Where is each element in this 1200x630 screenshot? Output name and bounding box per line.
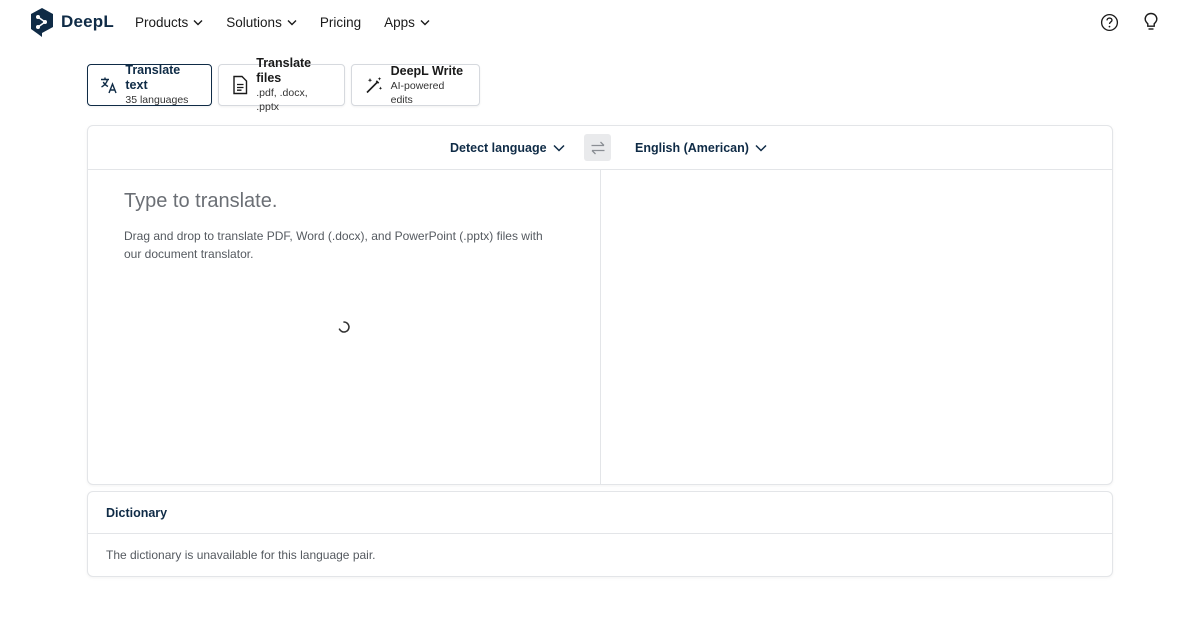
file-drop-hint: Drag and drop to translate PDF, Word (.d… xyxy=(124,229,543,261)
language-bar: Detect language English (American) xyxy=(88,126,1112,170)
chevron-down-icon xyxy=(553,144,565,152)
logo-text: DeepL xyxy=(61,12,114,31)
tips-button[interactable] xyxy=(1140,11,1162,33)
top-header: DeepL Products Solutions Pricing Apps xyxy=(0,0,1200,44)
header-actions xyxy=(1078,11,1162,33)
nav-apps[interactable]: Apps xyxy=(384,15,430,30)
dictionary-panel: Dictionary The dictionary is unavailable… xyxy=(87,491,1113,577)
lightbulb-icon xyxy=(1144,12,1158,30)
nav-products-label: Products xyxy=(135,14,189,30)
translate-icon xyxy=(99,74,119,96)
target-language-select[interactable]: English (American) xyxy=(635,126,767,170)
mode-subtitle: .pdf, .docx, .pptx xyxy=(256,87,308,113)
document-icon xyxy=(230,74,250,96)
translator-panel: Detect language English (American) Type … xyxy=(87,125,1113,485)
chevron-down-icon xyxy=(755,144,767,152)
help-icon xyxy=(1100,13,1118,31)
mode-subtitle: AI-powered edits xyxy=(390,79,445,106)
mode-title: DeepL Write xyxy=(390,63,464,78)
deepl-logo[interactable]: DeepL xyxy=(30,7,114,37)
swap-icon xyxy=(591,141,604,154)
mode-subtitle: 35 languages xyxy=(125,94,189,106)
deepl-logo-icon xyxy=(31,8,53,37)
swap-languages-button[interactable] xyxy=(584,134,611,161)
chevron-down-icon xyxy=(193,19,203,25)
target-language-label: English (American) xyxy=(635,141,749,155)
mode-selector: Translate text 35 languages Translate fi… xyxy=(87,56,486,113)
source-text-area[interactable]: Type to translate. Drag and drop to tran… xyxy=(124,188,564,263)
target-text-area[interactable] xyxy=(601,170,1112,484)
source-placeholder[interactable]: Type to translate. xyxy=(124,188,564,214)
nav-products[interactable]: Products xyxy=(135,15,203,30)
mode-deepl-write[interactable]: DeepL Write AI-powered edits xyxy=(351,64,480,106)
nav-pricing-label: Pricing xyxy=(319,14,362,30)
dictionary-message: The dictionary is unavailable for this l… xyxy=(106,548,376,562)
chevron-down-icon xyxy=(420,19,430,25)
nav-apps-label: Apps xyxy=(384,14,415,30)
nav-solutions[interactable]: Solutions xyxy=(226,15,297,30)
loading-spinner-icon xyxy=(338,321,350,333)
nav-pricing[interactable]: Pricing xyxy=(320,15,361,30)
magic-wand-icon xyxy=(363,74,385,96)
help-button[interactable] xyxy=(1098,11,1120,33)
chevron-down-icon xyxy=(287,19,297,25)
mode-title: Translate files xyxy=(256,56,312,85)
mode-title: Translate text xyxy=(125,63,181,92)
nav-solutions-label: Solutions xyxy=(226,14,282,30)
mode-translate-files[interactable]: Translate files .pdf, .docx, .pptx xyxy=(218,56,345,113)
main-nav: Products Solutions Pricing Apps xyxy=(135,0,453,44)
dictionary-title: Dictionary xyxy=(88,492,1112,534)
source-language-label: Detect language xyxy=(450,141,547,155)
mode-translate-text[interactable]: Translate text 35 languages xyxy=(87,63,212,106)
source-language-select[interactable]: Detect language xyxy=(450,126,565,170)
